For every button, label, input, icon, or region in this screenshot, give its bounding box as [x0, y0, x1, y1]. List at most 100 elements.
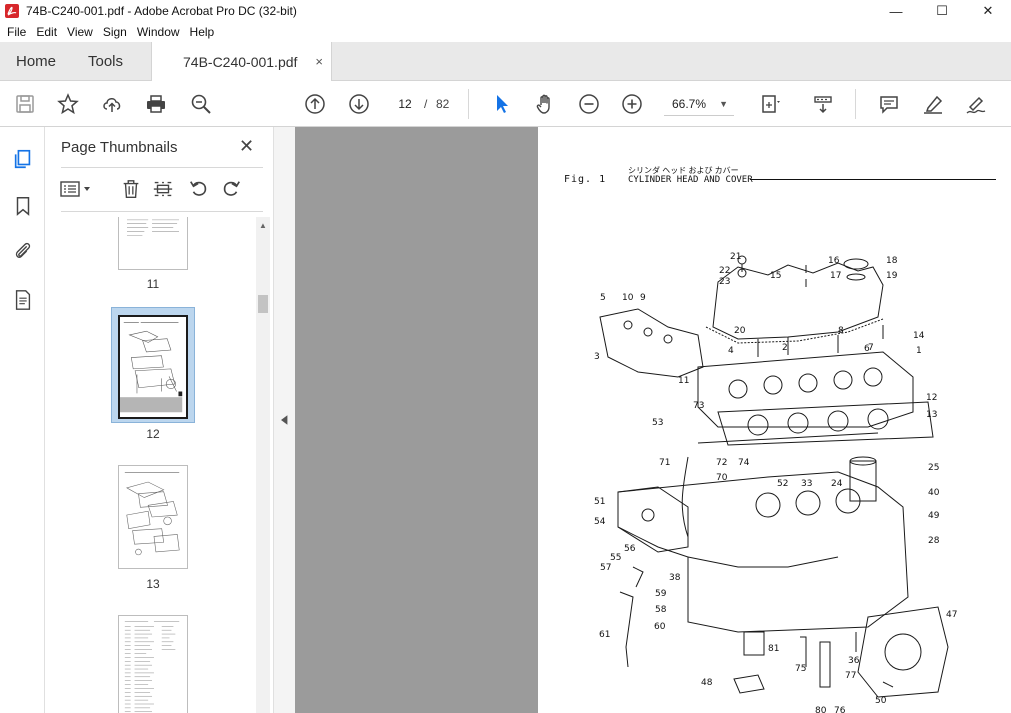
part-number-label: 36 [848, 656, 860, 666]
part-number-label: 51 [594, 497, 605, 507]
thumbnail-list: 11 12 13 [45, 217, 255, 713]
menu-sign[interactable]: Sign [98, 25, 132, 39]
left-rail [0, 127, 45, 713]
document-viewport[interactable]: Fig. 1 シリンダ ヘッド および カバー CYLINDER HEAD AN… [295, 127, 1011, 713]
minimize-button[interactable]: — [873, 0, 919, 22]
menu-bar: File Edit View Sign Window Help [0, 22, 1011, 42]
scrollbar-thumb[interactable] [258, 295, 268, 313]
part-number-label: 48 [701, 678, 713, 688]
previous-page-icon[interactable] [302, 91, 328, 117]
part-number-label: 80 [815, 706, 827, 713]
part-number-label: 61 [599, 630, 610, 640]
thumbnail-page-12[interactable] [118, 315, 188, 419]
part-number-label: 54 [594, 517, 606, 527]
thumbnail-page-11[interactable] [118, 217, 188, 270]
page-number-input[interactable]: 12 [390, 93, 420, 115]
part-number-label: 4 [728, 346, 734, 356]
page-thumbnails-icon[interactable] [11, 147, 35, 171]
part-number-label: 19 [886, 271, 898, 281]
part-number-label: 22 [719, 266, 730, 276]
menu-help[interactable]: Help [185, 25, 220, 39]
panel-divider [61, 211, 263, 212]
maximize-button[interactable]: ☐ [919, 0, 965, 22]
delete-page-icon[interactable] [119, 177, 143, 201]
thumbnail-page-13[interactable] [118, 465, 188, 569]
bookmarks-icon[interactable] [11, 194, 35, 218]
next-page-icon[interactable] [346, 91, 372, 117]
sign-pen-icon[interactable] [963, 91, 989, 117]
hand-tool-icon[interactable] [532, 91, 558, 117]
part-number-label: 14 [913, 331, 925, 341]
part-number-label: 23 [719, 277, 730, 287]
zoom-dropdown[interactable]: 66.7% ▼ [664, 92, 734, 116]
page-separator: / [424, 97, 428, 111]
scroll-mode-icon[interactable] [810, 91, 836, 117]
bookmark-star-icon[interactable] [55, 91, 81, 117]
page-total: 82 [436, 97, 450, 111]
exploded-parts-diagram: 21 22 23 16 17 18 19 15 5 10 9 3 20 8 14… [594, 252, 957, 713]
part-number-label: 72 [716, 458, 727, 468]
tab-tools[interactable]: Tools [88, 42, 123, 81]
close-panel-icon[interactable]: ✕ [239, 136, 254, 157]
comment-icon[interactable] [876, 91, 902, 117]
acrobat-icon [5, 4, 19, 18]
select-cursor-icon[interactable] [489, 91, 515, 117]
part-number-label: 28 [928, 536, 940, 546]
highlight-pen-icon[interactable] [920, 91, 946, 117]
zoom-search-icon[interactable] [188, 91, 214, 117]
tab-close-icon[interactable]: × [315, 54, 323, 69]
collapse-panel-handle[interactable] [273, 127, 295, 713]
page-fit-icon[interactable] [757, 91, 783, 117]
extract-pages-icon[interactable] [151, 177, 175, 201]
scroll-up-icon[interactable]: ▲ [259, 221, 267, 230]
part-number-label: 25 [928, 463, 939, 473]
part-number-label: 74 [738, 458, 750, 468]
thumbnail-label: 13 [146, 577, 160, 591]
zoom-in-icon[interactable] [619, 91, 645, 117]
part-number-label: 70 [716, 473, 728, 483]
save-icon[interactable] [12, 91, 38, 117]
title-bar: 74B-C240-001.pdf - Adobe Acrobat Pro DC … [0, 0, 1011, 22]
rotate-left-icon[interactable] [187, 177, 211, 201]
menu-edit[interactable]: Edit [31, 25, 62, 39]
part-number-label: 73 [693, 401, 704, 411]
part-number-label: 81 [768, 644, 779, 654]
close-window-button[interactable]: ✕ [965, 0, 1011, 22]
thumbnail-scrollbar[interactable]: ▲ [256, 217, 270, 713]
page-content-icon[interactable] [11, 288, 35, 312]
part-number-label: 5 [600, 293, 606, 303]
part-number-label: 24 [831, 479, 843, 489]
toolbar-divider [855, 89, 856, 119]
thumbnail-page-14[interactable] [118, 615, 188, 713]
thumbnail-label: 12 [146, 427, 160, 441]
thumbnail-toolbar [59, 175, 265, 205]
zoom-out-icon[interactable] [576, 91, 602, 117]
thumbnail-label: 11 [146, 277, 160, 291]
part-number-label: 50 [875, 696, 887, 706]
rotate-right-icon[interactable] [219, 177, 243, 201]
menu-window[interactable]: Window [132, 25, 185, 39]
part-number-label: 16 [828, 256, 840, 266]
tab-document[interactable]: 74B-C240-001.pdf × [151, 42, 332, 82]
toolbar-divider [468, 89, 469, 119]
part-number-label: 53 [652, 418, 663, 428]
menu-view[interactable]: View [62, 25, 98, 39]
part-number-label: 21 [730, 252, 741, 262]
part-number-label: 47 [946, 610, 957, 620]
part-number-label: 13 [926, 410, 937, 420]
part-number-label: 10 [622, 293, 634, 303]
part-number-label: 6 [864, 344, 870, 354]
thumbnail-options-icon[interactable] [59, 177, 95, 201]
part-number-label: 11 [678, 376, 689, 386]
attachments-icon[interactable] [11, 239, 35, 263]
window-title: 74B-C240-001.pdf - Adobe Acrobat Pro DC … [26, 4, 297, 18]
upload-cloud-icon[interactable] [99, 91, 125, 117]
menu-file[interactable]: File [2, 25, 31, 39]
print-icon[interactable] [143, 91, 169, 117]
part-number-label: 56 [624, 544, 636, 554]
tab-home[interactable]: Home [16, 42, 56, 81]
part-number-label: 77 [845, 671, 856, 681]
part-number-label: 40 [928, 488, 940, 498]
part-number-label: 55 [610, 553, 621, 563]
part-number-label: 20 [734, 326, 746, 336]
